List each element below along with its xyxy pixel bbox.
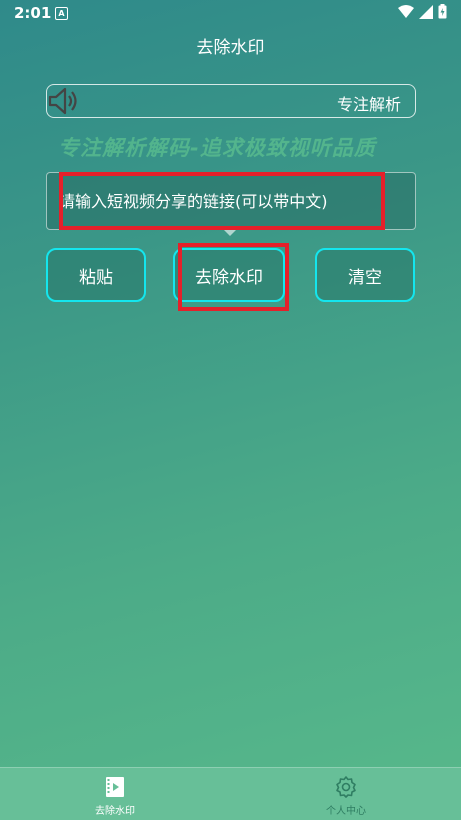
film-icon [106,777,124,797]
status-bar: 2:01 A [0,0,461,26]
bottom-navigation: 去除水印 个人中心 [0,767,461,820]
clear-button[interactable]: 清空 [315,248,415,302]
input-caret-arrow [224,230,236,236]
video-link-input[interactable] [46,172,416,230]
nav-item-remove-watermark[interactable]: 去除水印 [0,768,230,820]
nav-label-profile: 个人中心 [326,806,366,817]
remove-watermark-button[interactable]: 去除水印 [173,248,285,302]
wifi-icon [398,4,414,18]
marquee-text: 专注解析 [337,95,402,114]
page-title: 去除水印 [196,38,265,58]
gear-icon [336,776,356,798]
nav-item-profile[interactable]: 个人中心 [231,768,461,820]
nav-label-remove-watermark: 去除水印 [95,806,135,817]
slogan-text: 专注解析解码-追求极致视听品质 [58,136,376,160]
speaker-icon [48,87,77,115]
status-icons [398,4,447,19]
battery-icon [438,4,447,19]
notification-app-icon: A [55,7,68,20]
signal-icon [419,4,433,19]
announcement-marquee: 专注解析 [46,84,416,118]
status-time: 2:01 [14,4,52,22]
paste-button[interactable]: 粘贴 [46,248,146,302]
